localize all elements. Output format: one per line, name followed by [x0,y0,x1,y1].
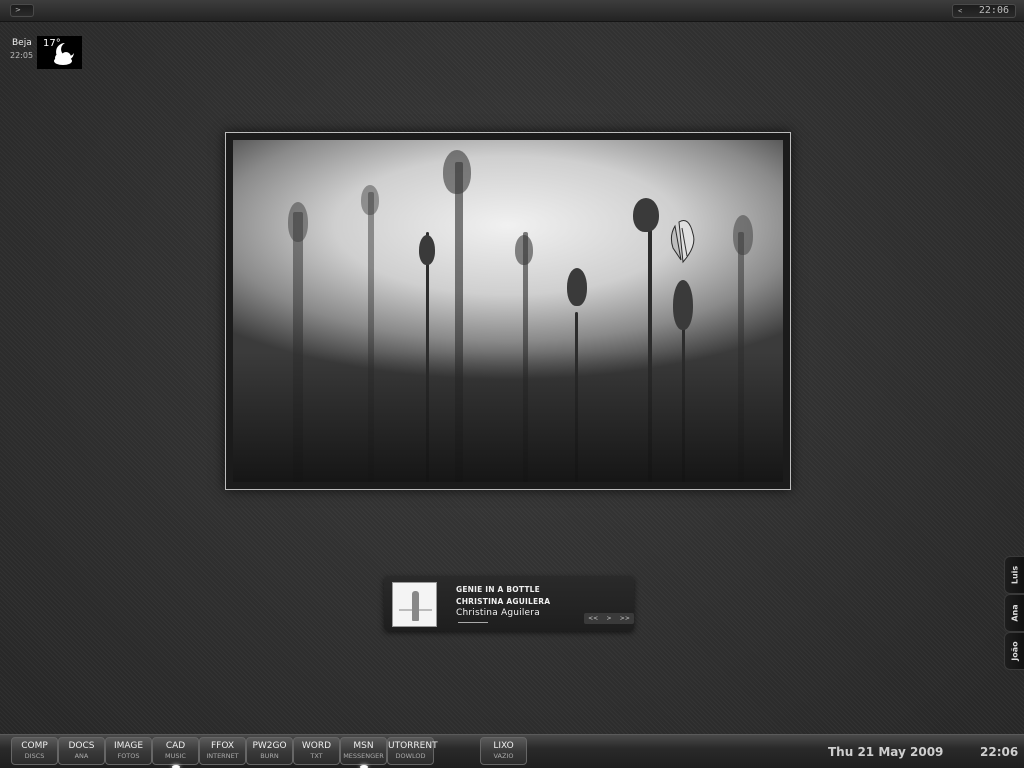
dock: COMP DISCS DOCS ANA IMAGE FOTOS CAD MUSI… [0,734,1024,768]
weather-city: Beja [12,38,32,48]
top-clock-time: 22:06 [978,5,1009,16]
dock-item-label: MSN [353,741,374,751]
dock-item-sublabel: VAZIO [493,752,514,760]
player-controls: << > >> [584,613,634,624]
user-tab-joao[interactable]: João [1004,632,1024,670]
butterfly-on-flowers-photo [233,140,783,482]
dock-item-sublabel: ANA [74,752,89,760]
dock-item-sublabel: MESSENGER [343,752,384,760]
dock-date: Thu 21 May 2009 [828,745,944,759]
top-left-expand-button[interactable]: > [10,4,34,17]
dock-item-cad[interactable]: CAD MUSIC [152,737,199,768]
dock-item-label: PW2GO [252,741,287,751]
user-tab-label: Luis [1010,565,1019,585]
dock-time: 22:06 [980,745,1019,759]
butterfly-icon [670,220,695,264]
dock-item-label: WORD [301,741,332,751]
dock-item-comp[interactable]: COMP DISCS [11,737,58,765]
dock-item-sublabel: INTERNET [206,752,239,760]
track-progress-bar[interactable] [458,622,488,623]
play-button[interactable]: > [606,615,611,622]
user-tab-ana[interactable]: Ana [1004,594,1024,632]
dock-item-docs[interactable]: DOCS ANA [58,737,105,765]
user-tab-label: João [1010,641,1019,661]
dock-item-label: IMAGE [113,741,144,751]
dock-item-utorrent[interactable]: UTORRENT DOWLOD [387,737,438,765]
weather-panel: 17° [37,36,82,69]
dock-item-label: UTORRENT [388,741,438,751]
dock-item-label: LIXO [493,741,514,751]
top-clock-widget[interactable]: < 22:06 [952,4,1016,18]
dock-item-sublabel: DISCS [24,752,45,760]
dock-item-image[interactable]: IMAGE FOTOS [105,737,152,765]
dock-item-label: FFOX [210,741,235,751]
next-track-button[interactable]: >> [620,615,630,622]
moon-cloud-icon [54,43,74,65]
dock-item-label: COMP [21,741,48,751]
user-tab-label: Ana [1010,604,1019,622]
previous-track-button[interactable]: << [588,615,598,622]
dock-item-label: DOCS [68,741,95,751]
top-bar: > < 22:06 [0,0,1024,22]
music-player-widget[interactable]: GENIE IN A BOTTLE CHRISTINA AGUILERA Chr… [384,576,634,631]
user-tab-luis[interactable]: Luis [1004,556,1024,594]
expand-arrow-icon: > [15,6,21,14]
dock-item-label: CAD [165,741,186,751]
track-title: GENIE IN A BOTTLE [456,585,540,594]
dock-item-msn[interactable]: MSN MESSENGER [340,737,387,768]
track-album: Christina Aguilera [456,608,540,618]
dock-item-ffox[interactable]: FFOX INTERNET [199,737,246,765]
dock-item-sublabel: MUSIC [165,752,186,760]
dock-item-sublabel: FOTOS [117,752,140,760]
album-art[interactable] [392,582,437,627]
dock-item-trash[interactable]: LIXO VAZIO [480,737,527,765]
dock-item-word[interactable]: WORD TXT [293,737,340,765]
collapse-arrow-icon: < [958,7,963,15]
dock-item-sublabel: BURN [260,752,279,760]
dock-item-sublabel: TXT [310,752,323,760]
weather-time: 22:05 [10,51,34,60]
dock-item-pw2go[interactable]: PW2GO BURN [246,737,293,765]
photo-frame-widget[interactable] [225,132,791,490]
dock-item-sublabel: DOWLOD [395,752,426,760]
track-artist: CHRISTINA AGUILERA [456,597,551,606]
